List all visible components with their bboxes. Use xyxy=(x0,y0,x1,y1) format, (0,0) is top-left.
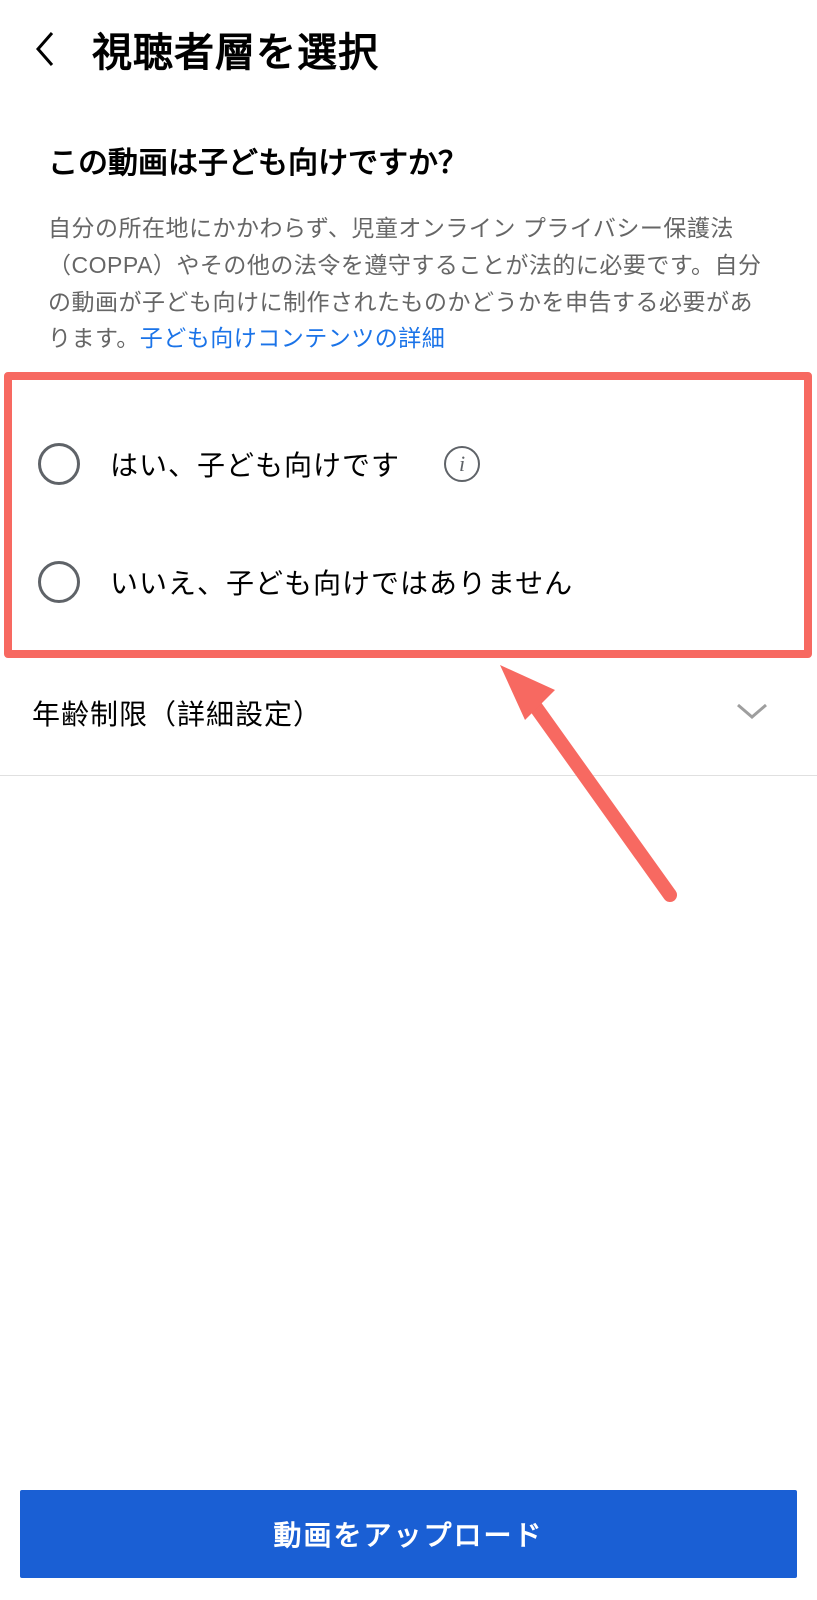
upload-button[interactable]: 動画をアップロード xyxy=(20,1490,797,1578)
chevron-down-icon xyxy=(735,701,769,726)
radio-circle-icon xyxy=(38,561,80,603)
radio-circle-icon xyxy=(38,443,80,485)
radio-option-yes[interactable]: はい、子ども向けです i xyxy=(48,405,769,523)
upload-button-label: 動画をアップロード xyxy=(273,1514,543,1554)
radio-label-no: いいえ、子ども向けではありません xyxy=(110,562,573,602)
radio-options-group: はい、子ども向けです i いいえ、子ども向けではありません xyxy=(48,405,769,641)
question-heading: この動画は子ども向けですか？ xyxy=(48,138,769,182)
content-area: この動画は子ども向けですか？ 自分の所在地にかかわらず、児童オンライン プライバ… xyxy=(0,98,817,641)
info-icon[interactable]: i xyxy=(444,446,480,482)
description-text: 自分の所在地にかかわらず、児童オンライン プライバシー保護法（COPPA）やその… xyxy=(48,210,769,357)
header: 視聴者層を選択 xyxy=(0,0,817,98)
age-restriction-label: 年齢制限（詳細設定） xyxy=(32,693,322,733)
age-restriction-row[interactable]: 年齢制限（詳細設定） xyxy=(0,651,817,776)
radio-label-yes: はい、子ども向けです xyxy=(110,444,400,484)
radio-option-no[interactable]: いいえ、子ども向けではありません xyxy=(48,523,769,641)
kids-content-link[interactable]: 子ども向けコンテンツの詳細 xyxy=(140,325,446,351)
page-title: 視聴者層を選択 xyxy=(92,20,379,78)
back-icon[interactable] xyxy=(24,29,64,69)
